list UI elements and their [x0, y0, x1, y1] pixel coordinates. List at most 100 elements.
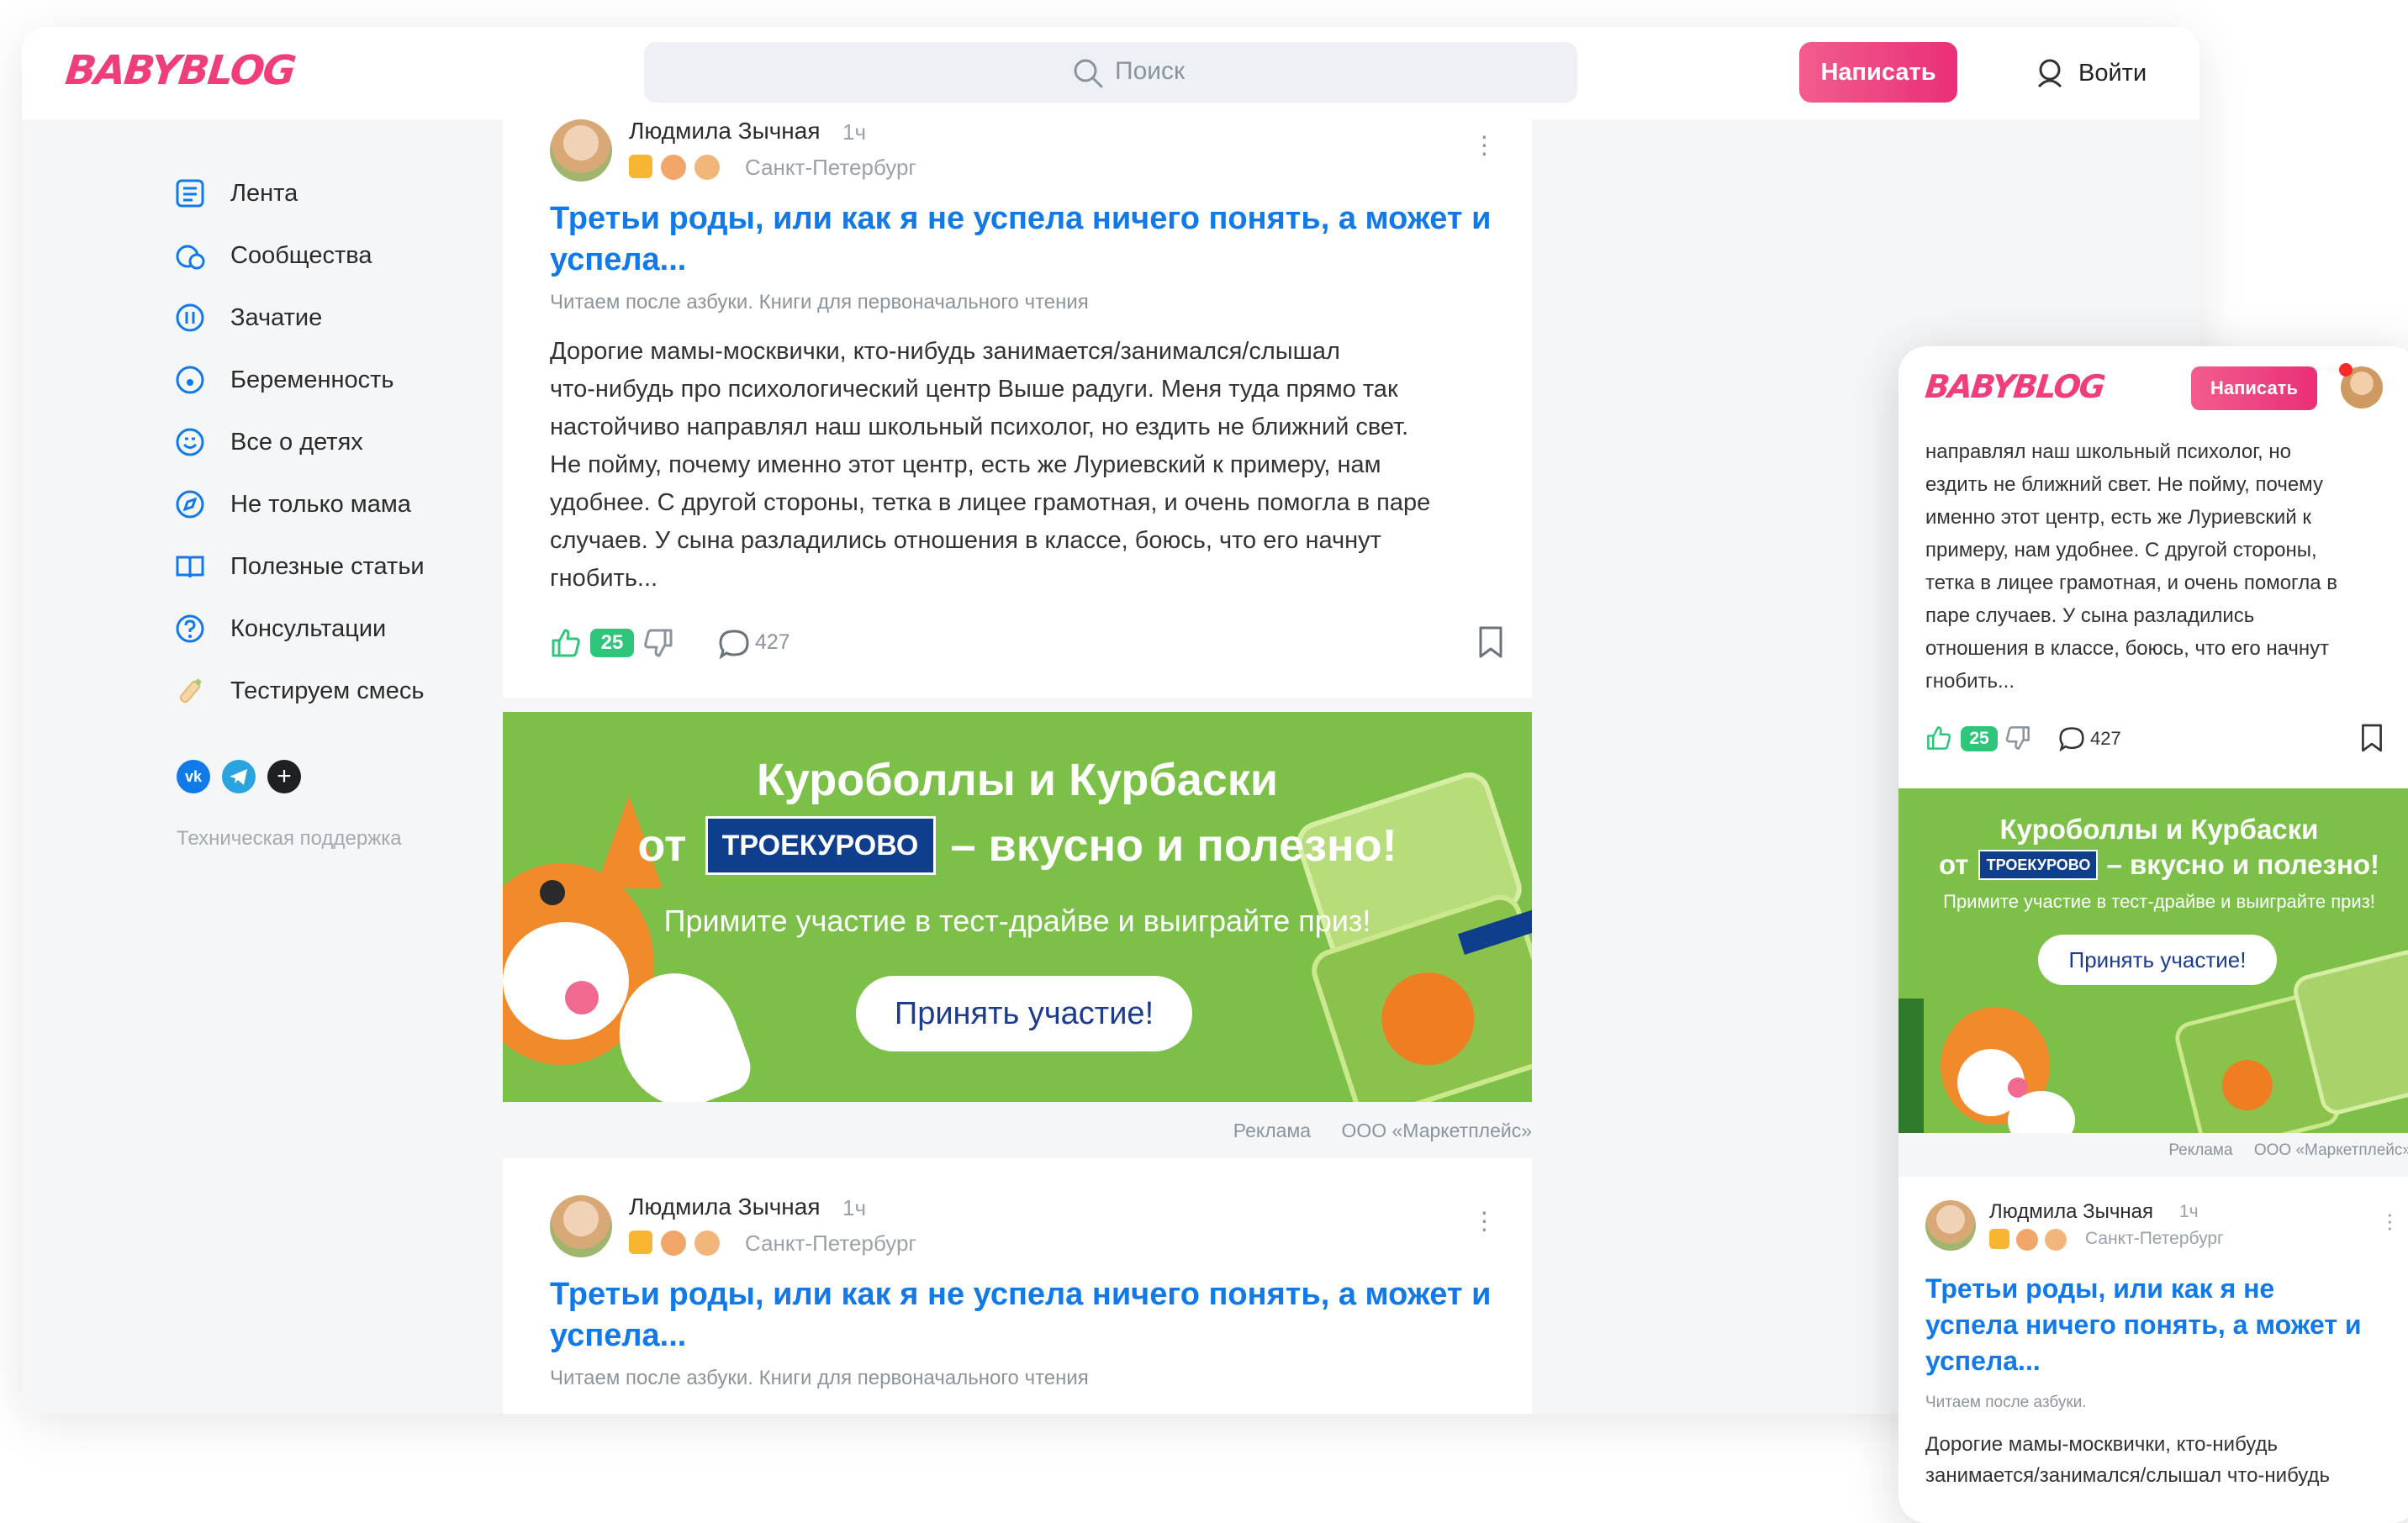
sidebar-item-not-only-mom[interactable]: Не только мама — [173, 482, 411, 526]
ad-advertiser[interactable]: ООО «Маркетплейс» — [1341, 1120, 1532, 1141]
ad-subheadline: от ТРОЕКУРОВО – вкусно и полезно! — [1898, 849, 2408, 881]
mobile-window: BABYBLOG Написать направлял наш школьный… — [1898, 346, 2408, 1523]
dislike-icon[interactable] — [2004, 725, 2031, 751]
likes-count: 25 — [1961, 726, 1998, 751]
author-city: Санкт-Петербург — [745, 155, 916, 180]
babyblog-logo[interactable]: BABYBLOG — [63, 47, 297, 94]
add-icon[interactable]: + — [267, 760, 301, 793]
post-title[interactable]: Третьи роды, или как я не успела ничего … — [550, 198, 1508, 281]
ad-disclaimer: Реклама ООО «Маркетплейс» — [503, 1120, 1532, 1142]
mobile-top-bar: BABYBLOG Написать — [1898, 346, 2408, 427]
question-icon — [173, 612, 207, 646]
ad-cta-button[interactable]: Принять участие! — [856, 976, 1192, 1051]
user-icon — [2037, 59, 2062, 88]
comment-icon[interactable] — [2058, 726, 2085, 751]
post-category[interactable]: Читаем после азбуки. — [1925, 1394, 2087, 1412]
fox-illustration — [1898, 973, 2075, 1133]
post-title-line: Третьи роды, или как я не успела ничего … — [550, 1277, 1492, 1312]
notification-dot — [2339, 363, 2353, 377]
body-line: настойчиво направлял наш школьный психол… — [550, 414, 1409, 440]
avatar[interactable] — [1925, 1200, 1976, 1251]
comments-count: 427 — [2090, 728, 2121, 749]
mobile-ad-banner[interactable]: Куроболлы и Курбаски от ТРОЕКУРОВО – вку… — [1898, 788, 2408, 1133]
body-line: тетка в лицее грамотная, и очень помогла… — [1925, 572, 2338, 594]
sidebar-item-articles[interactable]: Полезные статьи — [173, 545, 425, 588]
search-input[interactable]: Поиск — [644, 42, 1577, 103]
mobile-post-card: Людмила Зычная 1ч Санкт-Петербург · · · Тр… — [1898, 1177, 2408, 1523]
sidebar-item-conception[interactable]: Зачатие — [173, 296, 322, 340]
ad-disclaimer: Реклама ООО «Маркетплейс» — [1898, 1141, 2408, 1160]
login-button[interactable]: Войти — [2033, 52, 2147, 94]
more-icon[interactable]: · · · — [2386, 1203, 2394, 1238]
post-title-line: успела ничего понять, а может и — [1925, 1310, 2362, 1340]
babyblog-logo[interactable]: BABYBLOG — [1924, 368, 2106, 405]
sidebar-item-test-formula[interactable]: Тестируем смесь — [173, 669, 424, 713]
badge-icon — [629, 1231, 652, 1254]
author-name[interactable]: Людмила Зычная — [629, 1194, 821, 1220]
body-line: что-нибудь про психологический центр Выш… — [550, 376, 1398, 403]
sidebar-item-communities[interactable]: Сообщества — [173, 234, 372, 277]
ad-from: от — [637, 820, 687, 871]
ad-advertiser[interactable]: ООО «Маркетплейс» — [2254, 1141, 2408, 1159]
boy-emoji-icon — [2045, 1229, 2067, 1251]
author-name[interactable]: Людмила Зычная — [629, 118, 821, 145]
avatar[interactable] — [550, 119, 612, 182]
bottle-icon — [173, 674, 207, 708]
post-title[interactable]: Третьи роды, или как я не успела ничего … — [1925, 1271, 2405, 1379]
search-icon — [1074, 59, 1103, 88]
sidebar-item-feed[interactable]: Лента — [173, 171, 298, 215]
sidebar-item-label: Беременность — [230, 366, 394, 393]
avatar[interactable] — [550, 1195, 612, 1257]
sidebar-item-kids[interactable]: Все о детях — [173, 420, 363, 464]
vk-icon[interactable]: vk — [177, 760, 210, 793]
badge-icon — [1989, 1229, 2009, 1249]
sidebar-item-label: Тестируем смесь — [230, 677, 425, 704]
dislike-icon[interactable] — [642, 627, 674, 659]
boy-emoji-icon — [694, 155, 720, 180]
troekurovo-logo: ТРОЕКУРОВО — [1978, 850, 2099, 880]
smile-icon — [173, 425, 207, 459]
sidebar-item-pregnancy[interactable]: Беременность — [173, 358, 394, 402]
mobile-post-card: направлял наш школьный психолог, но езди… — [1898, 427, 2408, 788]
sidebar: Лента Сообщества Зачатие Беременность Вс… — [22, 119, 493, 1414]
ad-banner[interactable]: Куроболлы и Курбаски от ТРОЕКУРОВО – вку… — [503, 712, 1532, 1102]
post-category[interactable]: Читаем после азбуки. Книги для первонача… — [550, 1367, 1089, 1390]
body-line: направлял наш школьный психолог, но — [1925, 440, 2291, 463]
body-line: Не пойму, почему именно этот центр, есть… — [550, 451, 1381, 478]
post-body: Дорогие мамы-москвички, кто-нибудь заним… — [1925, 1429, 2405, 1491]
like-icon[interactable] — [1925, 725, 1952, 751]
write-button[interactable]: Написать — [1799, 42, 1957, 103]
post-time: 1ч — [842, 1195, 867, 1220]
post-card: Людмила Зычная 1ч Санкт-Петербург · · · Тр… — [503, 118, 1532, 698]
ad-subheadline: от ТРОЕКУРОВО – вкусно и полезно! — [503, 816, 1532, 875]
post-title-line: успела... — [1925, 1346, 2041, 1376]
post-category[interactable]: Читаем после азбуки. Книги для первонача… — [550, 291, 1089, 314]
badge-icon — [629, 155, 652, 178]
sidebar-item-label: Консультации — [230, 614, 387, 642]
support-link[interactable]: Техническая поддержка — [177, 827, 402, 851]
post-title-line: успела... — [550, 242, 687, 277]
telegram-icon[interactable] — [222, 760, 256, 793]
post-title-line: Третьи роды, или как я не успела ничего … — [550, 201, 1492, 236]
sidebar-item-label: Все о детях — [230, 428, 363, 456]
post-body: Дорогие мамы-москвички, кто-нибудь заним… — [550, 333, 1508, 598]
ad-headline: Куроболлы и Курбаски — [1999, 814, 2319, 845]
post-title[interactable]: Третьи роды, или как я не успела ничего … — [550, 1274, 1508, 1357]
comment-icon[interactable] — [718, 629, 750, 659]
ad-from: от — [1938, 849, 1969, 880]
feed-icon — [173, 177, 207, 210]
author-name[interactable]: Людмила Зычная — [1989, 1200, 2153, 1224]
body-line: удобнее. С другой стороны, тетка в лицее… — [550, 489, 1431, 516]
body-line: паре случаев. У сына разладились — [1925, 604, 2255, 627]
sidebar-item-label: Сообщества — [230, 241, 372, 269]
bookmark-icon[interactable] — [1476, 625, 1505, 659]
write-button[interactable]: Написать — [2191, 366, 2317, 410]
author-city: Санкт-Петербург — [745, 1231, 916, 1256]
ad-headline: Куроболлы и Курбаски — [756, 755, 1279, 805]
bookmark-icon[interactable] — [2359, 723, 2384, 753]
more-icon[interactable]: · · · — [1480, 122, 1489, 166]
post-time: 1ч — [2179, 1202, 2199, 1221]
sidebar-item-consultations[interactable]: Консультации — [173, 607, 386, 651]
like-icon[interactable] — [550, 627, 582, 659]
more-icon[interactable]: · · · — [1480, 1198, 1489, 1241]
